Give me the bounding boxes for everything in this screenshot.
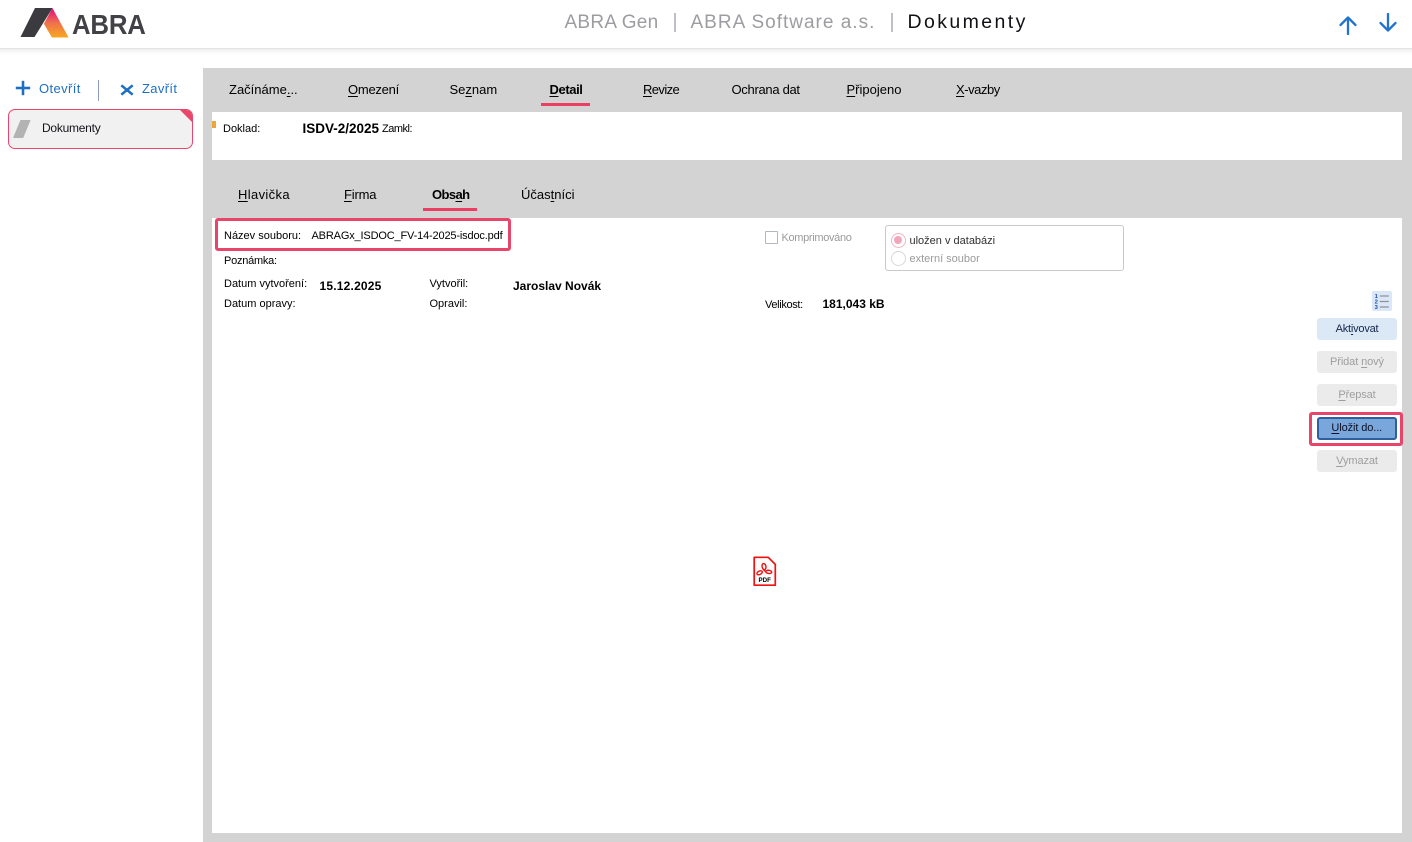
svg-text:PDF: PDF [759,577,772,584]
